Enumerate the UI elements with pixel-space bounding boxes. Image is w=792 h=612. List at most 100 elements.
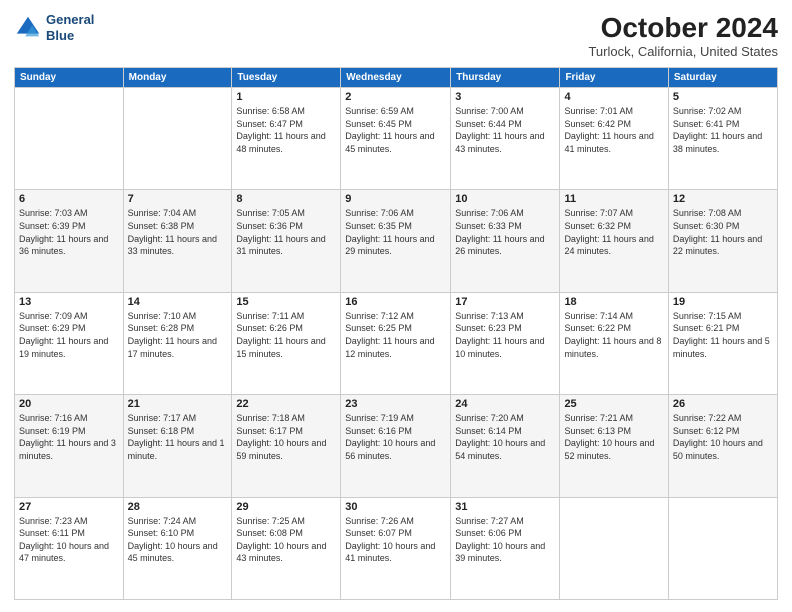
day-number: 5 — [673, 91, 773, 103]
day-info: Sunrise: 7:22 AM Sunset: 6:12 PM Dayligh… — [673, 412, 773, 462]
day-info: Sunrise: 7:26 AM Sunset: 6:07 PM Dayligh… — [345, 515, 446, 565]
weekday-header-wednesday: Wednesday — [341, 68, 451, 88]
calendar-cell: 12Sunrise: 7:08 AM Sunset: 6:30 PM Dayli… — [668, 190, 777, 292]
calendar-cell: 27 Sunrise: 7:23 AM Sunset: 6:11 PM Dayli… — [15, 497, 124, 599]
day-number: 4 — [564, 91, 663, 103]
calendar-week-5: 27 Sunrise: 7:23 AM Sunset: 6:11 PM Dayli… — [15, 497, 778, 599]
day-info: Sunrise: 7:02 AM Sunset: 6:41 PM Dayligh… — [673, 105, 773, 155]
day-number: 9 — [345, 193, 446, 205]
weekday-header-saturday: Saturday — [668, 68, 777, 88]
logo-icon — [14, 14, 42, 42]
calendar-cell: 6 Sunrise: 7:03 AM Sunset: 6:39 PM Daylig… — [15, 190, 124, 292]
day-info: Sunrise: 7:08 AM Sunset: 6:30 PM Dayligh… — [673, 207, 773, 257]
logo-text: General Blue — [46, 12, 94, 43]
day-number: 24 — [455, 398, 555, 410]
calendar-cell: 9 Sunrise: 7:06 AM Sunset: 6:35 PM Daylig… — [341, 190, 451, 292]
weekday-header-monday: Monday — [123, 68, 232, 88]
day-number: 29 — [236, 501, 336, 513]
calendar-cell: 23 Sunrise: 7:19 AM Sunset: 6:16 PM Dayli… — [341, 395, 451, 497]
calendar-table: SundayMondayTuesdayWednesdayThursdayFrid… — [14, 67, 778, 600]
header: General Blue October 2024 Turlock, Calif… — [14, 12, 778, 59]
day-number: 8 — [236, 193, 336, 205]
day-number: 2 — [345, 91, 446, 103]
calendar-cell: 28Sunrise: 7:24 AM Sunset: 6:10 PM Dayli… — [123, 497, 232, 599]
title-block: October 2024 Turlock, California, United… — [588, 12, 778, 59]
day-number: 19 — [673, 296, 773, 308]
day-info: Sunrise: 7:19 AM Sunset: 6:16 PM Dayligh… — [345, 412, 446, 462]
day-number: 7 — [128, 193, 228, 205]
day-number: 10 — [455, 193, 555, 205]
day-info: Sunrise: 7:12 AM Sunset: 6:25 PM Dayligh… — [345, 310, 446, 360]
day-info: Sunrise: 7:20 AM Sunset: 6:14 PM Dayligh… — [455, 412, 555, 462]
day-info: Sunrise: 7:25 AM Sunset: 6:08 PM Dayligh… — [236, 515, 336, 565]
calendar-week-2: 6 Sunrise: 7:03 AM Sunset: 6:39 PM Daylig… — [15, 190, 778, 292]
day-number: 22 — [236, 398, 336, 410]
day-info: Sunrise: 7:07 AM Sunset: 6:32 PM Dayligh… — [564, 207, 663, 257]
calendar-body: 1 Sunrise: 6:58 AM Sunset: 6:47 PM Daylig… — [15, 88, 778, 600]
weekday-header-friday: Friday — [560, 68, 668, 88]
calendar-cell: 16Sunrise: 7:12 AM Sunset: 6:25 PM Dayli… — [341, 292, 451, 394]
day-info: Sunrise: 7:23 AM Sunset: 6:11 PM Dayligh… — [19, 515, 119, 565]
day-number: 23 — [345, 398, 446, 410]
calendar-cell: 15 Sunrise: 7:11 AM Sunset: 6:26 PM Dayli… — [232, 292, 341, 394]
calendar-cell: 31 Sunrise: 7:27 AM Sunset: 6:06 PM Dayli… — [451, 497, 560, 599]
day-number: 18 — [564, 296, 663, 308]
day-info: Sunrise: 7:24 AM Sunset: 6:10 PM Dayligh… — [128, 515, 228, 565]
day-number: 26 — [673, 398, 773, 410]
day-number: 21 — [128, 398, 228, 410]
calendar-cell: 18 Sunrise: 7:14 AM Sunset: 6:22 PM Dayli… — [560, 292, 668, 394]
calendar-cell — [560, 497, 668, 599]
day-info: Sunrise: 7:15 AM Sunset: 6:21 PM Dayligh… — [673, 310, 773, 360]
day-info: Sunrise: 7:21 AM Sunset: 6:13 PM Dayligh… — [564, 412, 663, 462]
day-info: Sunrise: 7:17 AM Sunset: 6:18 PM Dayligh… — [128, 412, 228, 462]
day-info: Sunrise: 7:06 AM Sunset: 6:33 PM Dayligh… — [455, 207, 555, 257]
day-number: 15 — [236, 296, 336, 308]
day-number: 30 — [345, 501, 446, 513]
weekday-header-thursday: Thursday — [451, 68, 560, 88]
calendar-cell: 2Sunrise: 6:59 AM Sunset: 6:45 PM Daylig… — [341, 88, 451, 190]
location: Turlock, California, United States — [588, 44, 778, 59]
day-number: 27 — [19, 501, 119, 513]
weekday-header-sunday: Sunday — [15, 68, 124, 88]
calendar-cell: 26 Sunrise: 7:22 AM Sunset: 6:12 PM Dayli… — [668, 395, 777, 497]
day-number: 1 — [236, 91, 336, 103]
day-info: Sunrise: 6:58 AM Sunset: 6:47 PM Dayligh… — [236, 105, 336, 155]
calendar-cell: 19 Sunrise: 7:15 AM Sunset: 6:21 PM Dayli… — [668, 292, 777, 394]
day-number: 13 — [19, 296, 119, 308]
day-info: Sunrise: 7:27 AM Sunset: 6:06 PM Dayligh… — [455, 515, 555, 565]
calendar-cell: 21 Sunrise: 7:17 AM Sunset: 6:18 PM Dayli… — [123, 395, 232, 497]
day-info: Sunrise: 7:03 AM Sunset: 6:39 PM Dayligh… — [19, 207, 119, 257]
calendar-cell: 11 Sunrise: 7:07 AM Sunset: 6:32 PM Dayli… — [560, 190, 668, 292]
calendar-cell: 13Sunrise: 7:09 AM Sunset: 6:29 PM Dayli… — [15, 292, 124, 394]
day-number: 25 — [564, 398, 663, 410]
calendar-cell: 1 Sunrise: 6:58 AM Sunset: 6:47 PM Daylig… — [232, 88, 341, 190]
day-number: 6 — [19, 193, 119, 205]
day-info: Sunrise: 7:11 AM Sunset: 6:26 PM Dayligh… — [236, 310, 336, 360]
calendar-cell: 4Sunrise: 7:01 AM Sunset: 6:42 PM Daylig… — [560, 88, 668, 190]
day-number: 17 — [455, 296, 555, 308]
day-info: Sunrise: 7:06 AM Sunset: 6:35 PM Dayligh… — [345, 207, 446, 257]
day-number: 14 — [128, 296, 228, 308]
day-number: 31 — [455, 501, 555, 513]
calendar-cell: 22Sunrise: 7:18 AM Sunset: 6:17 PM Dayli… — [232, 395, 341, 497]
calendar-cell — [15, 88, 124, 190]
calendar-cell: 5 Sunrise: 7:02 AM Sunset: 6:41 PM Daylig… — [668, 88, 777, 190]
day-info: Sunrise: 7:10 AM Sunset: 6:28 PM Dayligh… — [128, 310, 228, 360]
calendar-cell — [668, 497, 777, 599]
day-info: Sunrise: 7:14 AM Sunset: 6:22 PM Dayligh… — [564, 310, 663, 360]
page: General Blue October 2024 Turlock, Calif… — [0, 0, 792, 612]
month-title: October 2024 — [588, 12, 778, 44]
logo: General Blue — [14, 12, 94, 43]
day-number: 11 — [564, 193, 663, 205]
calendar-cell: 8 Sunrise: 7:05 AM Sunset: 6:36 PM Daylig… — [232, 190, 341, 292]
weekday-header-tuesday: Tuesday — [232, 68, 341, 88]
day-info: Sunrise: 7:05 AM Sunset: 6:36 PM Dayligh… — [236, 207, 336, 257]
calendar-cell: 25 Sunrise: 7:21 AM Sunset: 6:13 PM Dayli… — [560, 395, 668, 497]
day-info: Sunrise: 7:00 AM Sunset: 6:44 PM Dayligh… — [455, 105, 555, 155]
calendar-cell: 3 Sunrise: 7:00 AM Sunset: 6:44 PM Daylig… — [451, 88, 560, 190]
day-info: Sunrise: 7:04 AM Sunset: 6:38 PM Dayligh… — [128, 207, 228, 257]
weekday-header-row: SundayMondayTuesdayWednesdayThursdayFrid… — [15, 68, 778, 88]
day-number: 3 — [455, 91, 555, 103]
calendar-cell: 30 Sunrise: 7:26 AM Sunset: 6:07 PM Dayli… — [341, 497, 451, 599]
calendar-cell: 29 Sunrise: 7:25 AM Sunset: 6:08 PM Dayli… — [232, 497, 341, 599]
